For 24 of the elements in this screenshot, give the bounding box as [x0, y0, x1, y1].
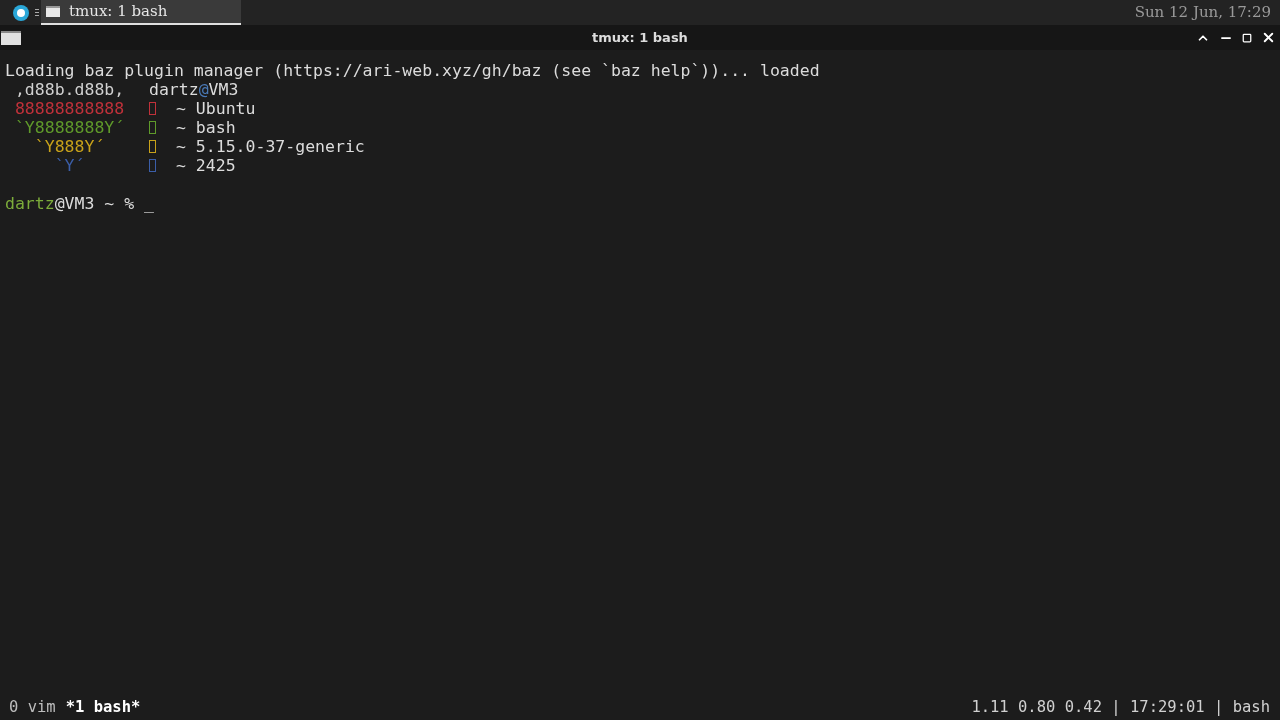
app-menu-icon[interactable] [13, 4, 29, 21]
ascii-art-line: 88888888888 [13, 99, 126, 118]
tmux-window[interactable]: 0 vim [9, 697, 56, 717]
ascii-art-line: `Y888Y´ [33, 137, 106, 156]
ascii-art-line: `Y´ [53, 156, 86, 175]
window-title: tmux: 1 bash [592, 28, 688, 47]
prompt: dartz@VM3 ~ % [5, 194, 136, 213]
status-info: 1.11 0.80 0.42 | 17:29:01 | bash [971, 697, 1270, 717]
tmux-window[interactable]: *1 bash* [65, 697, 141, 717]
info-text: ~ bash [176, 118, 236, 137]
info-text: ~ 2425 [176, 156, 236, 175]
taskbar-tab[interactable]: tmux: 1 bash [41, 0, 241, 25]
ascii-art-line: `Y8888888Y´ [13, 118, 126, 137]
info-text: ~ Ubuntu [176, 99, 256, 118]
clock: Sun 12 Jun, 17:29 [1134, 2, 1271, 24]
maximize-icon[interactable] [1242, 32, 1252, 43]
window-icon [46, 6, 60, 17]
cursor: _ [144, 194, 155, 213]
terminal-line: Loading baz plugin manager (https://ari-web.xyz/gh/baz (see `baz help`))... loaded [5, 61, 820, 80]
info-text: ~ 5.15.0-37-generic [176, 137, 365, 156]
ascii-art-line: ,d88b.d88b, [13, 80, 126, 99]
window-icon [1, 30, 21, 45]
close-icon[interactable] [1261, 30, 1276, 45]
user-host: dartz@VM3 [149, 80, 239, 99]
